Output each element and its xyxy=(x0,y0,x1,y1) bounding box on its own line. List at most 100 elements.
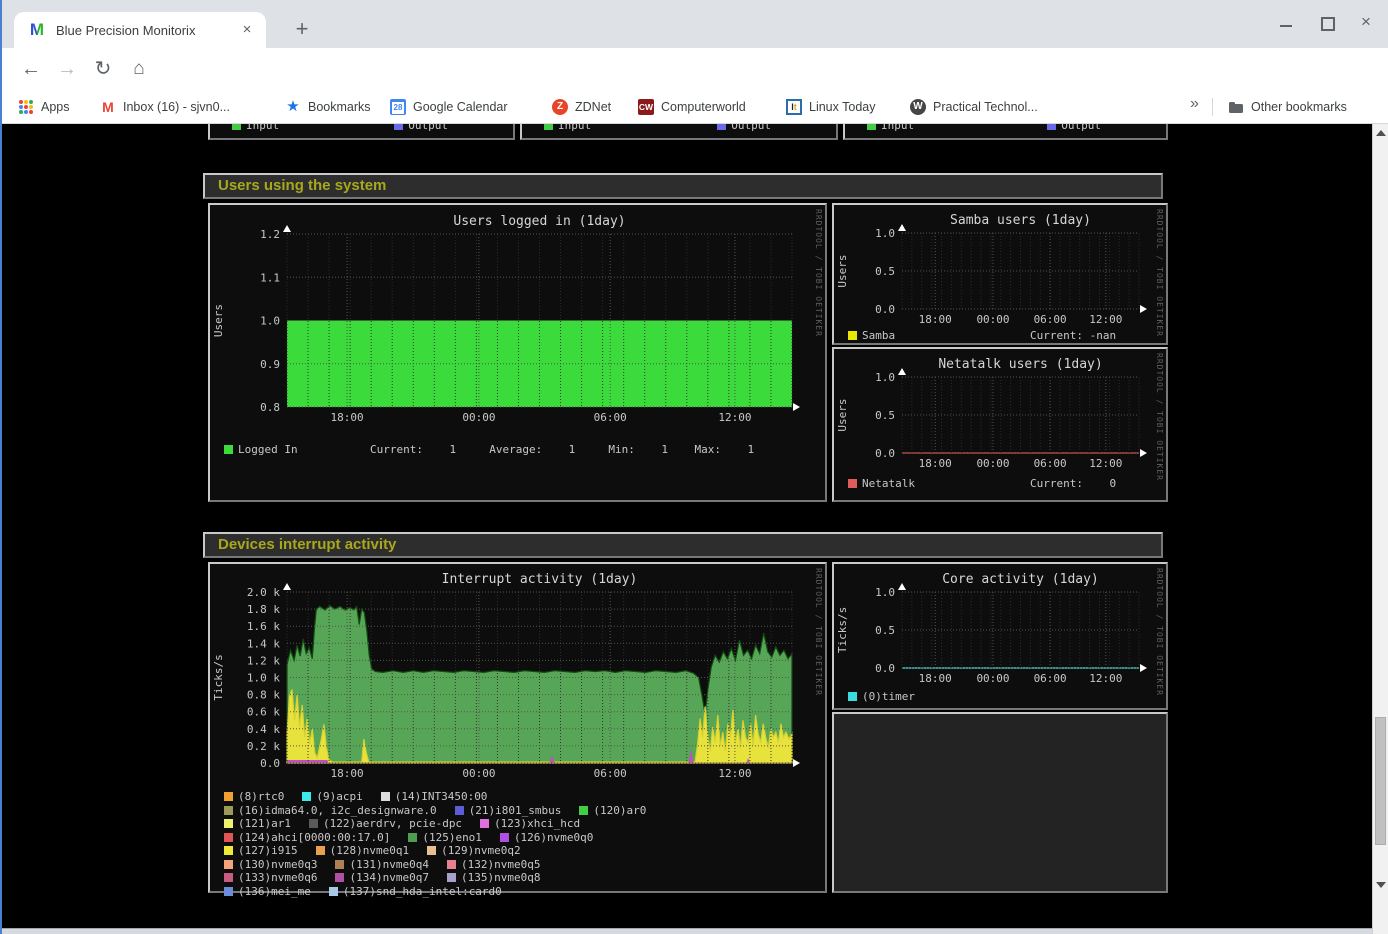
bookmark-label: Bookmarks xyxy=(308,100,371,114)
computerworld-icon: CW xyxy=(638,99,654,115)
svg-text:0.5: 0.5 xyxy=(875,265,895,278)
partial-graph-panel: Input Output xyxy=(520,124,838,140)
svg-text:Interrupt activity (1day): Interrupt activity (1day) xyxy=(442,572,638,587)
bookmark-label: ZDNet xyxy=(575,100,611,114)
other-bookmarks[interactable]: Other bookmarks xyxy=(1228,97,1347,117)
vertical-scrollbar[interactable] xyxy=(1372,124,1388,934)
bookmark-label: Practical Technol... xyxy=(933,100,1038,114)
apps-grid-icon xyxy=(19,100,33,114)
svg-text:Users: Users xyxy=(212,304,225,337)
browser-toolbar: ← → ↻ ⌂ i localhost:8080/monitorix-cgi/m… xyxy=(0,48,1388,90)
bookmark-computerworld[interactable]: CW Computerworld xyxy=(638,97,746,117)
svg-text:0.5: 0.5 xyxy=(875,624,895,637)
bookmark-google-calendar[interactable]: 28 Google Calendar xyxy=(390,97,508,117)
tab-strip: M Blue Precision Monitorix × + × xyxy=(0,0,1388,48)
core-activity-graph[interactable]: 1.00.50.018:0000:0006:0012:00Core activi… xyxy=(832,562,1168,710)
svg-text:12:00: 12:00 xyxy=(1089,672,1122,685)
samba-users-graph[interactable]: 1.00.50.018:0000:0006:0012:00Samba users… xyxy=(832,203,1168,345)
partial-graph-panel: Input Output xyxy=(208,124,515,140)
zdnet-icon: Z xyxy=(552,99,568,115)
home-icon[interactable]: ⌂ xyxy=(124,54,154,84)
bookmark-label: Computerworld xyxy=(661,100,746,114)
graph-legend: (0)timer xyxy=(848,690,1160,704)
svg-text:0.9: 0.9 xyxy=(260,358,280,371)
svg-text:18:00: 18:00 xyxy=(919,457,952,470)
svg-text:12:00: 12:00 xyxy=(718,767,751,780)
svg-text:18:00: 18:00 xyxy=(919,313,952,326)
graph-legend: Logged InCurrent: 1 Average: 1 Min: 1 Ma… xyxy=(224,443,819,457)
bookmark-label: Other bookmarks xyxy=(1251,100,1347,114)
svg-text:Ticks/s: Ticks/s xyxy=(212,654,225,700)
tab-blue-precision-monitorix[interactable]: M Blue Precision Monitorix × xyxy=(14,12,266,48)
legend-input: Input xyxy=(544,124,591,133)
svg-text:0.6 k: 0.6 k xyxy=(247,706,280,719)
bookmark-label: Inbox (16) - sjvn0... xyxy=(123,100,230,114)
bookmark-bookmarks[interactable]: ★ Bookmarks xyxy=(285,97,371,117)
svg-text:12:00: 12:00 xyxy=(1089,457,1122,470)
svg-text:0.4 k: 0.4 k xyxy=(247,723,280,736)
bookmarks-separator xyxy=(1212,98,1213,116)
svg-text:0.5: 0.5 xyxy=(875,409,895,422)
section-header-devices: Devices interrupt activity xyxy=(203,532,1163,558)
graph-legend: (8)rtc0(9)acpi(14)INT3450:00(16)idma64.0… xyxy=(224,790,819,898)
maximize-icon[interactable] xyxy=(1318,14,1334,30)
svg-text:1.6 k: 1.6 k xyxy=(247,620,280,633)
svg-text:0.0: 0.0 xyxy=(875,303,895,316)
svg-text:18:00: 18:00 xyxy=(331,411,364,424)
svg-text:Netatalk users (1day): Netatalk users (1day) xyxy=(938,357,1102,372)
svg-text:Users: Users xyxy=(836,254,849,287)
svg-text:12:00: 12:00 xyxy=(718,411,751,424)
bookmark-apps[interactable]: Apps xyxy=(18,97,70,117)
gmail-icon: M xyxy=(100,99,116,115)
svg-text:1.1: 1.1 xyxy=(260,271,280,284)
bookmark-practical-technology[interactable]: W Practical Technol... xyxy=(910,97,1038,117)
browser-window: M Blue Precision Monitorix × + × ← → ↻ ⌂… xyxy=(0,0,1388,934)
svg-text:06:00: 06:00 xyxy=(594,411,627,424)
bookmark-zdnet[interactable]: Z ZDNet xyxy=(552,97,611,117)
svg-text:06:00: 06:00 xyxy=(1034,457,1067,470)
svg-text:12:00: 12:00 xyxy=(1089,313,1122,326)
new-tab-button[interactable]: + xyxy=(288,16,316,44)
back-icon[interactable]: ← xyxy=(16,54,46,84)
svg-text:06:00: 06:00 xyxy=(594,767,627,780)
svg-text:1.2 k: 1.2 k xyxy=(247,654,280,667)
users-logged-in-graph[interactable]: 1.21.11.00.90.818:0000:0006:0012:00Users… xyxy=(208,203,827,502)
rrdtool-credit: RRDTOOL / TOBI OETIKER xyxy=(814,209,823,337)
empty-panel xyxy=(832,712,1168,893)
star-icon: ★ xyxy=(285,99,301,115)
interrupt-activity-graph[interactable]: 2.0 k1.8 k1.6 k1.4 k1.2 k1.0 k0.8 k0.6 k… xyxy=(208,562,827,893)
svg-text:0.8: 0.8 xyxy=(260,401,280,414)
bookmark-linux-today[interactable]: lt Linux Today xyxy=(786,97,876,117)
svg-text:1.0: 1.0 xyxy=(875,586,895,599)
reload-icon[interactable]: ↻ xyxy=(88,54,118,84)
close-icon[interactable]: × xyxy=(1358,14,1374,30)
bookmarks-bar: Apps M Inbox (16) - sjvn0... ★ Bookmarks… xyxy=(0,90,1388,124)
rrdtool-credit: RRDTOOL / TOBI OETIKER xyxy=(1155,353,1164,481)
scroll-up-icon[interactable] xyxy=(1376,130,1386,136)
legend-input: Input xyxy=(232,124,279,133)
scroll-down-icon[interactable] xyxy=(1376,882,1386,888)
rrdtool-credit: RRDTOOL / TOBI OETIKER xyxy=(1155,568,1164,696)
folder-icon xyxy=(1228,99,1244,115)
svg-text:00:00: 00:00 xyxy=(462,411,495,424)
bookmark-inbox[interactable]: M Inbox (16) - sjvn0... xyxy=(100,97,230,117)
svg-text:1.0: 1.0 xyxy=(260,315,280,328)
svg-text:0.8 k: 0.8 k xyxy=(247,689,280,702)
bookmark-label: Apps xyxy=(41,100,70,114)
window-left-edge xyxy=(0,0,2,934)
minimize-icon[interactable] xyxy=(1278,14,1294,30)
forward-icon[interactable]: → xyxy=(52,54,82,84)
scrollbar-thumb[interactable] xyxy=(1375,717,1386,845)
legend-output: Output xyxy=(1047,124,1101,133)
svg-text:1.0: 1.0 xyxy=(875,371,895,384)
netatalk-users-graph[interactable]: 1.00.50.018:0000:0006:0012:00Netatalk us… xyxy=(832,347,1168,502)
tab-close-icon[interactable]: × xyxy=(238,21,256,39)
svg-text:Samba users (1day): Samba users (1day) xyxy=(950,213,1091,228)
bookmarks-overflow-icon[interactable]: » xyxy=(1190,95,1199,113)
window-bottom-edge xyxy=(0,928,1372,934)
svg-text:00:00: 00:00 xyxy=(976,672,1009,685)
svg-text:Core activity (1day): Core activity (1day) xyxy=(942,572,1099,587)
svg-text:Users logged in (1day): Users logged in (1day) xyxy=(453,214,625,229)
svg-text:0.0: 0.0 xyxy=(875,447,895,460)
graph-legend: NetatalkCurrent: 0 xyxy=(848,477,1160,491)
